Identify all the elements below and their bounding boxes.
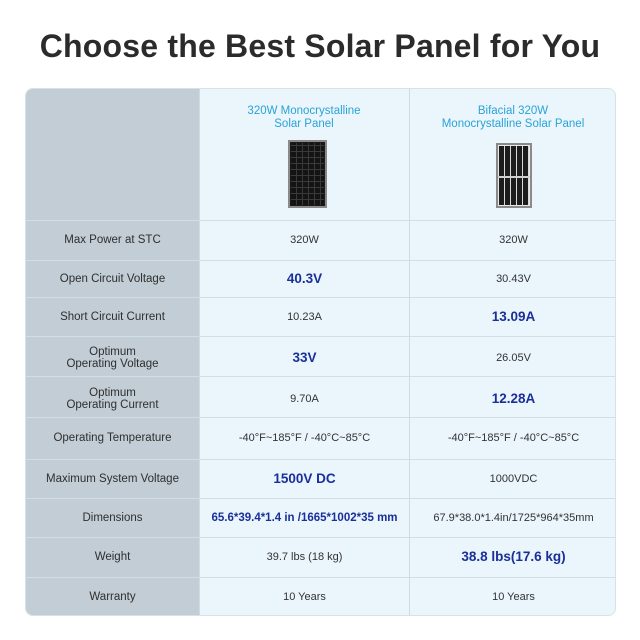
value-bifacial: 38.8 lbs(17.6 kg) [461, 549, 566, 564]
header-bifacial: Bifacial 320W Monocrystalline Solar Pane… [409, 89, 615, 220]
monocrystalline-panel-image [288, 140, 327, 208]
value-bifacial: 67.9*38.0*1.4in/1725*964*35mm [433, 511, 594, 524]
value-monocrystalline: 9.70A [290, 392, 319, 405]
row-label-line1: Warranty [89, 591, 136, 603]
value-bifacial: 26.05V [496, 352, 531, 364]
page-title: Choose the Best Solar Panel for You [39, 28, 601, 64]
row-label-line1: Maximum System Voltage [46, 472, 179, 485]
value-bifacial: 320W [499, 234, 528, 246]
value-monocrystalline: 39.7 lbs (18 kg) [266, 551, 343, 563]
row-label: Optimum Operating Current [26, 376, 199, 417]
row-label: Optimum Operating Voltage [26, 336, 199, 376]
value-bifacial: 13.09A [491, 308, 536, 324]
row-label-line2: Operating Voltage [66, 358, 159, 370]
value-monocrystalline: 33V [292, 350, 317, 365]
row-label: Warranty [26, 577, 199, 615]
value-monocrystalline: 40.3V [286, 270, 323, 286]
row-label: Max Power at STC [26, 220, 199, 260]
value-bifacial: 10 Years [492, 591, 535, 603]
value-monocrystalline: 10.23A [287, 310, 322, 323]
value-bifacial: 30.43V [496, 272, 531, 285]
value-bifacial: -40°F~185°F / -40°C~85°C [447, 432, 580, 444]
header-bifacial-line1: Bifacial 320W [477, 105, 549, 117]
row-label-line2: Operating Current [66, 398, 159, 411]
header-monocrystalline: 320W Monocrystalline Solar Panel [200, 89, 408, 220]
value-monocrystalline: 65.6*39.4*1.4 in /1665*1002*35 mm [211, 511, 398, 524]
row-label-line1: Open Circuit Voltage [59, 272, 166, 285]
header-monocrystalline-line1: 320W Monocrystalline [247, 105, 361, 117]
value-monocrystalline: -40°F~185°F / -40°C~85°C [238, 432, 371, 444]
row-label-line1: Optimum [89, 346, 136, 358]
value-bifacial: 12.28A [491, 390, 536, 406]
row-label-line1: Weight [94, 551, 131, 563]
row-label-line1: Dimensions [82, 511, 143, 524]
value-bifacial: 1000VDC [489, 472, 538, 485]
column-divider [409, 89, 410, 615]
row-label-line1: Short Circuit Current [60, 310, 165, 323]
row-label-line1: Max Power at STC [64, 234, 161, 246]
row-label: Weight [26, 537, 199, 577]
bifacial-panel-image [496, 143, 532, 208]
header-bifacial-line2: Monocrystalline Solar Panel [441, 118, 585, 130]
row-label: Short Circuit Current [26, 297, 199, 336]
row-label: Operating Temperature [26, 417, 199, 459]
row-label: Maximum System Voltage [26, 459, 199, 498]
row-label-line1: Operating Temperature [53, 432, 172, 444]
row-label: Open Circuit Voltage [26, 260, 199, 297]
value-monocrystalline: 10 Years [283, 591, 326, 603]
row-label-line1: Optimum [89, 386, 136, 399]
value-monocrystalline: 320W [290, 234, 319, 246]
row-label: Dimensions [26, 498, 199, 537]
comparison-table: 320W Monocrystalline Solar Panel Bifacia… [25, 88, 616, 616]
column-divider [199, 89, 200, 615]
value-monocrystalline: 1500V DC [273, 470, 336, 486]
header-monocrystalline-line2: Solar Panel [274, 118, 334, 130]
